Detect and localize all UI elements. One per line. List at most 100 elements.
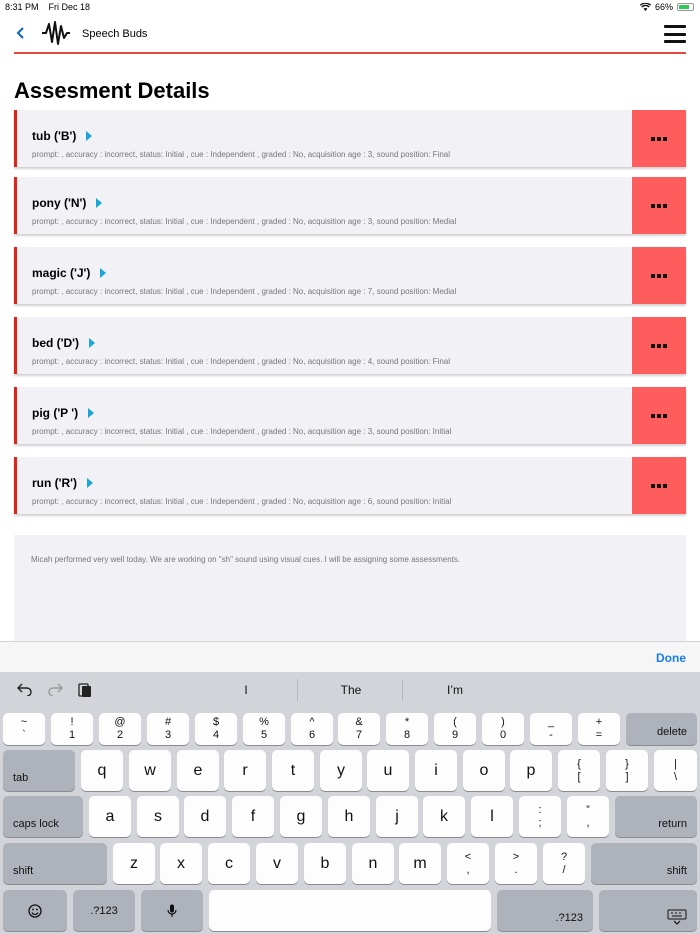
shift-right-key[interactable]: shift bbox=[591, 843, 697, 884]
suggestion-2[interactable]: The bbox=[299, 683, 403, 697]
suggestion-3[interactable]: I’m bbox=[403, 683, 507, 697]
numbers-key-left[interactable]: .?123 bbox=[73, 890, 135, 931]
key-c[interactable]: c bbox=[208, 843, 250, 884]
key-quote[interactable]: ”, bbox=[567, 796, 609, 837]
more-options-button[interactable] bbox=[632, 177, 686, 234]
more-options-button[interactable] bbox=[632, 387, 686, 444]
hamburger-icon-bar bbox=[664, 25, 686, 28]
key-i[interactable]: i bbox=[415, 750, 457, 791]
hide-keyboard-key[interactable] bbox=[599, 890, 697, 931]
key-2[interactable]: @2 bbox=[99, 713, 141, 745]
key-f[interactable]: f bbox=[232, 796, 274, 837]
redo-icon[interactable] bbox=[47, 682, 63, 696]
key-z[interactable]: z bbox=[113, 843, 155, 884]
key-x[interactable]: x bbox=[160, 843, 202, 884]
key-4[interactable]: $4 bbox=[195, 713, 237, 745]
key-w[interactable]: w bbox=[129, 750, 171, 791]
caps-lock-key[interactable]: caps lock bbox=[3, 796, 83, 837]
key-m[interactable]: m bbox=[399, 843, 441, 884]
paste-icon[interactable] bbox=[78, 682, 92, 698]
key-y[interactable]: y bbox=[320, 750, 362, 791]
done-button[interactable]: Done bbox=[656, 651, 686, 665]
assessment-item[interactable]: tub ('B') prompt: , accuracy : incorrect… bbox=[14, 110, 686, 167]
keyboard-dismiss-icon bbox=[667, 909, 687, 925]
key-u[interactable]: u bbox=[367, 750, 409, 791]
key-k[interactable]: k bbox=[423, 796, 465, 837]
expand-triangle-icon[interactable] bbox=[89, 338, 96, 348]
key-less-than[interactable]: <, bbox=[447, 843, 489, 884]
key-1[interactable]: ! 1 bbox=[51, 713, 93, 745]
notes-textarea[interactable]: Micah performed very well today. We are … bbox=[14, 535, 686, 645]
predictive-bar: I The I’m bbox=[0, 672, 700, 709]
key-a[interactable]: a bbox=[89, 796, 131, 837]
more-options-button[interactable] bbox=[632, 457, 686, 514]
key-b[interactable]: b bbox=[304, 843, 346, 884]
expand-triangle-icon[interactable] bbox=[87, 478, 94, 488]
key-question[interactable]: ? / bbox=[543, 843, 585, 884]
suggestion-1[interactable]: I bbox=[194, 683, 298, 697]
key-o[interactable]: o bbox=[463, 750, 505, 791]
assessment-item[interactable]: pony ('N') prompt: , accuracy : incorrec… bbox=[14, 177, 686, 234]
assessment-item[interactable]: magic ('J') prompt: , accuracy : incorre… bbox=[14, 247, 686, 304]
key-s[interactable]: s bbox=[137, 796, 179, 837]
keyboard-accessory-bar: Done bbox=[0, 641, 700, 672]
item-word: run ('R') bbox=[32, 476, 94, 490]
key-right-brace[interactable]: }] bbox=[606, 750, 648, 791]
expand-triangle-icon[interactable] bbox=[86, 131, 93, 141]
key-t[interactable]: t bbox=[272, 750, 314, 791]
return-key[interactable]: return bbox=[615, 796, 697, 837]
key-5[interactable]: % 5 bbox=[243, 713, 285, 745]
key-l[interactable]: l bbox=[471, 796, 513, 837]
key-tilde[interactable]: ~ ` bbox=[3, 713, 45, 745]
battery-percent: 66% bbox=[654, 2, 673, 12]
dictation-key[interactable] bbox=[141, 890, 203, 931]
item-details: prompt: , accuracy : incorrect, status: … bbox=[32, 427, 452, 436]
keyboard: I The I’m ~ ` ! 1 @2 #3 $4 % 5 ^ 6 & 7 * 8 (9 … bbox=[0, 672, 700, 934]
assessment-item[interactable]: bed ('D') prompt: , accuracy : incorrect… bbox=[14, 317, 686, 374]
more-options-button[interactable] bbox=[632, 317, 686, 374]
key-minus[interactable]: _ - bbox=[530, 713, 572, 745]
expand-triangle-icon[interactable] bbox=[88, 408, 95, 418]
key-left-brace[interactable]: {[ bbox=[558, 750, 600, 791]
more-options-button[interactable] bbox=[632, 247, 686, 304]
key-greater-than[interactable]: >. bbox=[495, 843, 537, 884]
key-j[interactable]: j bbox=[376, 796, 418, 837]
key-8[interactable]: * 8 bbox=[386, 713, 428, 745]
key-e[interactable]: e bbox=[177, 750, 219, 791]
back-button[interactable] bbox=[16, 25, 30, 43]
app-screen: 8:31 PM Fri Dec 18 66% Speech Buds Asses… bbox=[0, 0, 700, 934]
expand-triangle-icon[interactable] bbox=[96, 198, 103, 208]
key-pipe[interactable]: | \ bbox=[654, 750, 697, 791]
assessment-item[interactable]: pig ('P ') prompt: , accuracy : incorrec… bbox=[14, 387, 686, 444]
assessment-item[interactable]: run ('R') prompt: , accuracy : incorrect… bbox=[14, 457, 686, 514]
shift-left-key[interactable]: shift bbox=[3, 843, 107, 884]
key-h[interactable]: h bbox=[328, 796, 370, 837]
key-d[interactable]: d bbox=[184, 796, 226, 837]
soundwave-logo-icon bbox=[42, 21, 70, 45]
key-p[interactable]: p bbox=[510, 750, 552, 791]
undo-icon[interactable] bbox=[17, 682, 33, 696]
emoji-key[interactable] bbox=[3, 890, 67, 931]
tab-key[interactable]: tab bbox=[3, 750, 75, 791]
key-3[interactable]: #3 bbox=[147, 713, 189, 745]
app-title: Speech Buds bbox=[82, 28, 148, 40]
item-details: prompt: , accuracy : incorrect, status: … bbox=[32, 287, 457, 296]
key-9[interactable]: (9 bbox=[434, 713, 476, 745]
more-options-button[interactable] bbox=[632, 110, 686, 167]
key-7[interactable]: & 7 bbox=[338, 713, 380, 745]
key-q[interactable]: q bbox=[81, 750, 123, 791]
key-n[interactable]: n bbox=[352, 843, 394, 884]
key-v[interactable]: v bbox=[256, 843, 298, 884]
delete-key[interactable]: delete bbox=[626, 713, 697, 745]
key-r[interactable]: r bbox=[224, 750, 266, 791]
key-g[interactable]: g bbox=[280, 796, 322, 837]
key-semicolon[interactable]: :; bbox=[519, 796, 561, 837]
item-word: magic ('J') bbox=[32, 266, 107, 280]
key-0[interactable]: ) 0 bbox=[482, 713, 524, 745]
expand-triangle-icon[interactable] bbox=[100, 268, 107, 278]
key-6[interactable]: ^ 6 bbox=[291, 713, 333, 745]
menu-button[interactable] bbox=[664, 25, 686, 43]
numbers-key-right[interactable]: .?123 bbox=[497, 890, 593, 931]
space-bar[interactable] bbox=[209, 890, 491, 931]
key-equals[interactable]: + = bbox=[578, 713, 620, 745]
